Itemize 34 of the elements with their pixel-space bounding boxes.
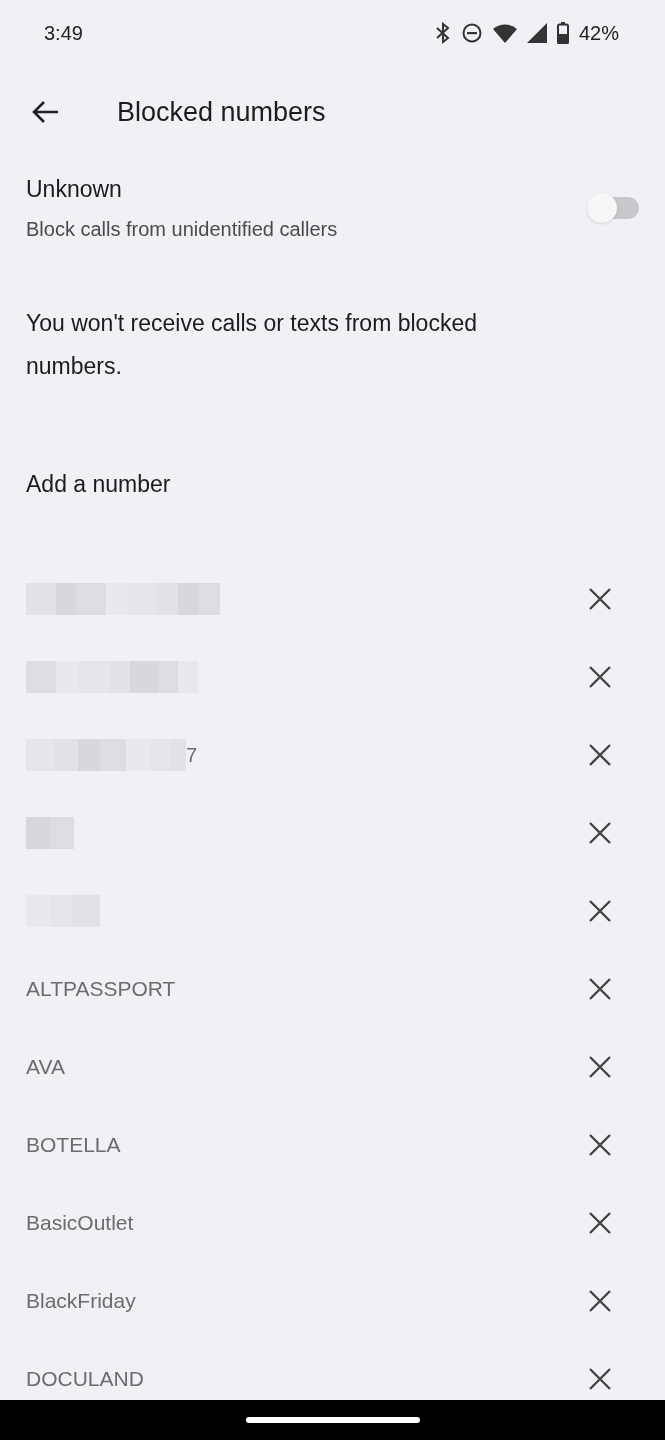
back-arrow-icon (31, 100, 59, 124)
number-text: 7 (186, 743, 198, 768)
close-icon (589, 1368, 611, 1390)
pixelated-block (26, 817, 74, 849)
add-number-link[interactable]: Add a number (26, 466, 171, 502)
close-icon (589, 1290, 611, 1312)
status-time: 3:49 (44, 21, 83, 46)
close-icon (589, 1212, 611, 1234)
page-title: Blocked numbers (117, 95, 326, 129)
blocked-name: BOTELLA (26, 1132, 121, 1159)
blocked-name: BasicOutlet (26, 1210, 134, 1237)
close-icon (589, 744, 611, 766)
blocked-name: BlackFriday (26, 1288, 136, 1315)
wifi-icon (492, 23, 517, 43)
setting-title: Unknown (26, 174, 123, 204)
close-icon (589, 978, 611, 1000)
battery-icon (556, 22, 569, 44)
setting-subtitle: Block calls from unidentified callers (26, 217, 338, 243)
battery-percent: 42% (578, 21, 619, 46)
blocked-name: AVA (26, 1054, 65, 1081)
do-not-disturb-icon (460, 22, 483, 44)
close-icon (589, 822, 611, 844)
bluetooth-icon (434, 22, 451, 44)
signal-icon (526, 23, 547, 43)
close-icon (589, 900, 611, 922)
close-icon (589, 1056, 611, 1078)
close-icon (589, 666, 611, 688)
blocked-name: ALTPASSPORT (26, 976, 176, 1003)
close-icon (589, 1134, 611, 1156)
toggle-switch[interactable] (587, 193, 639, 223)
blocked-name: DOCULAND (26, 1366, 144, 1393)
close-icon (589, 588, 611, 610)
unknown-setting-row[interactable]: Unknown Block calls from unidentified callers (0, 158, 665, 258)
info-text: You won't receive calls or texts from blocked numbers. (25, 309, 478, 381)
